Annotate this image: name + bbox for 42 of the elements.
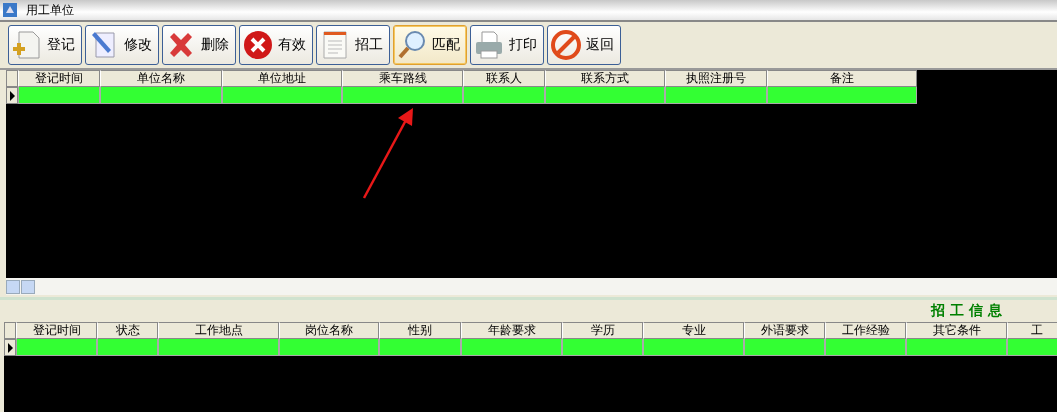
column-header[interactable]: 单位名称: [100, 70, 222, 87]
column-header[interactable]: 状态: [97, 322, 158, 339]
column-header[interactable]: 联系人: [463, 70, 545, 87]
search-icon: [396, 29, 428, 61]
cancel-circle-icon: [242, 29, 274, 61]
table-cell: [97, 339, 158, 356]
header-corner: [6, 70, 18, 87]
toolbar-button[interactable]: 删除: [162, 25, 236, 65]
column-header[interactable]: 专业: [643, 322, 744, 339]
column-header[interactable]: 联系方式: [545, 70, 665, 87]
column-header[interactable]: 工: [1007, 322, 1057, 339]
column-header[interactable]: 年龄要求: [461, 322, 562, 339]
column-header[interactable]: 单位地址: [222, 70, 342, 87]
column-header[interactable]: 工作经验: [825, 322, 906, 339]
scroll-thumb[interactable]: [21, 279, 35, 294]
column-header[interactable]: 性别: [379, 322, 461, 339]
column-header[interactable]: 岗位名称: [279, 322, 379, 339]
column-header[interactable]: 工作地点: [158, 322, 279, 339]
toolbar-button[interactable]: 登记: [8, 25, 82, 65]
column-header[interactable]: 其它条件: [906, 322, 1007, 339]
no-entry-icon: [550, 29, 582, 61]
toolbar-button[interactable]: 有效: [239, 25, 313, 65]
window-title: 用工单位: [26, 1, 74, 19]
column-header[interactable]: 备注: [767, 70, 917, 87]
column-header[interactable]: 外语要求: [744, 322, 825, 339]
column-header[interactable]: 登记时间: [16, 322, 97, 339]
toolbar-button[interactable]: 修改: [85, 25, 159, 65]
column-header[interactable]: 乘车路线: [342, 70, 463, 87]
column-header[interactable]: 登记时间: [18, 70, 100, 87]
toolbar-button[interactable]: 返回: [547, 25, 621, 65]
app-icon: [2, 2, 18, 18]
header-corner: [4, 322, 16, 339]
horizontal-scrollbar[interactable]: [6, 278, 1057, 295]
toolbar-button[interactable]: 匹配: [393, 25, 467, 65]
column-header[interactable]: 执照注册号: [665, 70, 767, 87]
panel-title: 招 工 信 息: [931, 302, 1002, 320]
table-cell: [1007, 339, 1057, 356]
toolbar-button[interactable]: 招工: [316, 25, 390, 65]
printer-icon: [473, 29, 505, 61]
column-header[interactable]: 学历: [562, 322, 643, 339]
document-plus-icon: [11, 29, 43, 61]
toolbar-button[interactable]: 打印: [470, 25, 544, 65]
